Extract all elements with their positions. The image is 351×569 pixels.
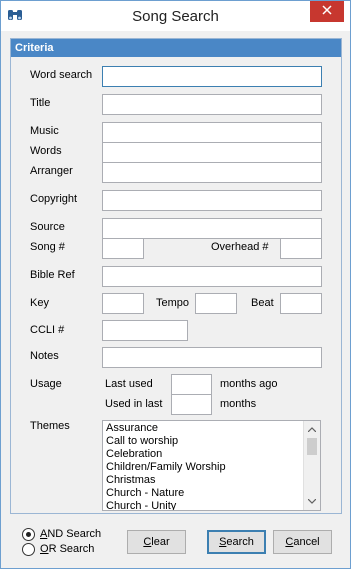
key-input[interactable] [102, 293, 144, 314]
themes-scrollbar[interactable] [303, 421, 320, 510]
and-search-radio[interactable] [22, 528, 35, 541]
title-bar[interactable]: Song Search [1, 1, 350, 31]
last-used-label: Last used [105, 378, 153, 390]
chevron-down-icon[interactable] [304, 493, 320, 509]
overhead-number-input[interactable] [280, 238, 322, 259]
tempo-label: Tempo [156, 297, 190, 309]
radio-selected-dot [26, 532, 31, 537]
song-search-dialog: Song Search Criteria Word search Title M… [0, 0, 351, 569]
and-search-label[interactable]: AND Search [40, 528, 101, 540]
used-in-last-label: Used in last [105, 398, 163, 410]
song-number-input[interactable] [102, 238, 144, 259]
tempo-input[interactable] [195, 293, 237, 314]
music-input[interactable] [102, 122, 322, 143]
close-button[interactable] [310, 1, 344, 22]
beat-input[interactable] [280, 293, 322, 314]
ccli-label: CCLI # [30, 324, 65, 336]
themes-listbox[interactable]: Assurance Call to worship Celebration Ch… [102, 420, 321, 511]
notes-label: Notes [30, 350, 59, 362]
months-ago-label: months ago [220, 378, 278, 390]
window-title: Song Search [132, 8, 219, 25]
themes-label: Themes [30, 420, 70, 432]
list-item[interactable]: Children/Family Worship [106, 461, 320, 474]
usage-label: Usage [30, 378, 62, 390]
clear-button[interactable]: Clear [127, 530, 186, 554]
chevron-up-icon[interactable] [304, 421, 320, 437]
beat-label: Beat [251, 297, 274, 309]
list-item[interactable]: Church - Nature [106, 487, 320, 500]
words-label: Words [30, 145, 62, 157]
copyright-label: Copyright [30, 193, 78, 205]
list-item[interactable]: Call to worship [106, 435, 320, 448]
list-item[interactable]: Celebration [106, 448, 320, 461]
source-input[interactable] [102, 218, 322, 239]
overhead-number-label: Overhead # [211, 241, 269, 253]
cancel-button[interactable]: Cancel [273, 530, 332, 554]
arranger-input[interactable] [102, 162, 322, 183]
list-item[interactable]: Christmas [106, 474, 320, 487]
source-label: Source [30, 221, 65, 233]
list-item[interactable]: Assurance [106, 422, 320, 435]
used-in-last-input[interactable] [171, 394, 212, 415]
months-label: months [220, 398, 257, 410]
ccli-input[interactable] [102, 320, 188, 341]
title-label: Title [30, 97, 51, 109]
copyright-input[interactable] [102, 190, 322, 211]
key-label: Key [30, 297, 49, 309]
list-item[interactable]: Church - Unity [106, 500, 320, 510]
bible-ref-label: Bible Ref [30, 269, 75, 281]
arranger-label: Arranger [30, 165, 73, 177]
notes-input[interactable] [102, 347, 322, 368]
close-icon [322, 5, 332, 18]
song-number-label: Song # [30, 241, 65, 253]
words-input[interactable] [102, 142, 322, 163]
bible-ref-input[interactable] [102, 266, 322, 287]
or-search-label[interactable]: OR Search [40, 543, 94, 555]
search-button[interactable]: Search [207, 530, 266, 554]
scrollbar-thumb[interactable] [307, 438, 317, 455]
word-search-label: Word search [30, 69, 93, 81]
word-search-input[interactable] [102, 66, 322, 87]
criteria-header: Criteria [11, 39, 341, 57]
last-used-input[interactable] [171, 374, 212, 395]
music-label: Music [30, 125, 59, 137]
title-input[interactable] [102, 94, 322, 115]
or-search-radio[interactable] [22, 543, 35, 556]
